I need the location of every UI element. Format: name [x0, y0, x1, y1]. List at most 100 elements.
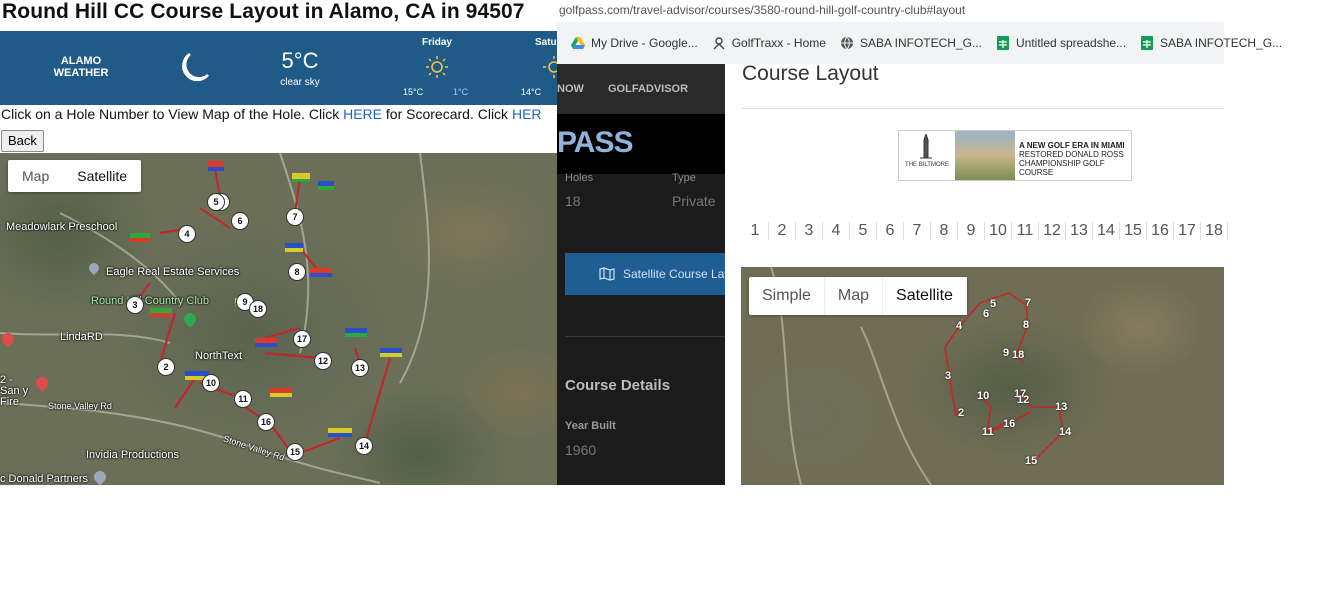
hole-tab[interactable]: 4: [823, 222, 850, 240]
hole-marker[interactable]: 8: [288, 263, 306, 281]
map-toggle-map[interactable]: Map: [825, 277, 884, 315]
nav-item[interactable]: GOLFADVISOR: [608, 83, 688, 95]
map-icon: [599, 267, 615, 281]
hole-label[interactable]: 10: [977, 390, 989, 402]
bookmark-item[interactable]: My Drive - Google...: [571, 36, 698, 50]
hole-marker[interactable]: 14: [355, 437, 373, 455]
hole-tab[interactable]: 6: [877, 222, 904, 240]
golfpass-logo[interactable]: PASS: [557, 126, 633, 160]
hole-label[interactable]: 18: [1012, 349, 1024, 361]
biltmore-ad-banner[interactable]: THE BILTMORE A NEW GOLF ERA IN MIAMI RES…: [898, 130, 1132, 181]
hole-tab[interactable]: 17: [1174, 222, 1201, 240]
hole-marker[interactable]: 16: [257, 413, 275, 431]
nav-item[interactable]: NOW: [557, 83, 584, 95]
instructions-text: Click on a Hole Number to View Map of th…: [1, 106, 542, 122]
place-label: Invidia Productions: [86, 449, 179, 461]
hole-label[interactable]: 7: [1025, 297, 1031, 309]
hole-label[interactable]: 5: [990, 298, 996, 310]
hole-label[interactable]: 3: [945, 370, 951, 382]
type-value: Private: [672, 193, 716, 209]
bookmark-label: SABA INFOTECH_G...: [859, 36, 982, 50]
ad-brand: THE BILTMORE: [905, 162, 949, 168]
hole-marker[interactable]: 7: [286, 208, 304, 226]
forecast-high: 14°C: [521, 87, 542, 97]
hole-label[interactable]: 12: [1017, 394, 1029, 406]
hole-tab[interactable]: 13: [1066, 222, 1093, 240]
bookmark-label: SABA INFOTECH_G...: [1160, 36, 1283, 50]
hole-label[interactable]: 4: [956, 320, 962, 332]
bookmark-item[interactable]: Untitled spreadshe...: [996, 36, 1126, 50]
hole-tabs: 1 2 3 4 5 6 7 8 9 10 11 12 13 14 15 16 1…: [742, 222, 1228, 240]
here-link[interactable]: HER: [512, 106, 542, 122]
place-label: Meadowlark Preschool: [6, 221, 118, 233]
map-toggle-simple[interactable]: Simple: [749, 277, 825, 315]
ad-line2: RESTORED DONALD ROSS: [1019, 150, 1124, 159]
hole-marker[interactable]: 15: [286, 443, 304, 461]
instructions-part1: Click on a Hole Number to View Map of th…: [1, 106, 344, 122]
back-button[interactable]: Back: [1, 130, 44, 152]
hole-tab[interactable]: 1: [742, 222, 769, 240]
hole-label[interactable]: 14: [1059, 426, 1071, 438]
course-satellite-map[interactable]: Simple Map Satellite 5 6 7 4 8 9 18 3 10…: [741, 267, 1224, 485]
holes-value: 18: [565, 193, 581, 209]
hole-tab[interactable]: 12: [1039, 222, 1066, 240]
place-label: Round Hill Country Club: [91, 295, 209, 307]
bookmark-label: GolfTraxx - Home: [731, 36, 826, 50]
tower-logo-icon: [920, 134, 932, 159]
bookmark-item[interactable]: GolfTraxx - Home: [712, 36, 826, 50]
bookmark-item[interactable]: SABA INFOTECH_G...: [840, 36, 982, 50]
hole-marker[interactable]: 5: [207, 193, 225, 211]
hole-marker[interactable]: 18: [249, 300, 267, 318]
satellite-course-layout-button[interactable]: Satellite Course Layout: [565, 253, 725, 295]
ad-photo: [955, 131, 1015, 180]
holes-label: Holes: [565, 172, 594, 184]
ad-line3: CHAMPIONSHIP GOLF COURSE: [1019, 159, 1105, 177]
hole-tab[interactable]: 8: [931, 222, 958, 240]
ad-headline: A NEW GOLF ERA IN MIAMI: [1019, 141, 1125, 150]
hole-tab[interactable]: 18: [1201, 222, 1228, 240]
hole-tab[interactable]: 15: [1120, 222, 1147, 240]
hole-marker[interactable]: 12: [314, 352, 332, 370]
site-nav: NOW GOLFADVISOR: [557, 64, 725, 114]
hole-label[interactable]: 6: [983, 308, 989, 320]
sheets-icon: [996, 36, 1009, 50]
hole-tab[interactable]: 14: [1093, 222, 1120, 240]
hole-label[interactable]: 11: [982, 426, 994, 438]
weather-widget: ALAMO WEATHER 5°C clear sky Friday 15°C …: [0, 31, 557, 105]
hole-tab[interactable]: 2: [769, 222, 796, 240]
hole-label[interactable]: 15: [1025, 455, 1037, 467]
sheets-icon: [1141, 36, 1154, 50]
map-toggle-satellite[interactable]: Satellite: [63, 160, 141, 192]
map-toggle-satellite[interactable]: Satellite: [883, 277, 967, 315]
hole-marker[interactable]: 2: [157, 358, 175, 376]
hole-marker[interactable]: 13: [351, 359, 369, 377]
hole-marker[interactable]: 6: [231, 212, 249, 230]
hole-label[interactable]: 13: [1055, 401, 1067, 413]
hole-tab[interactable]: 16: [1147, 222, 1174, 240]
bookmark-item[interactable]: SABA INFOTECH_G...: [1140, 36, 1282, 50]
hole-tab[interactable]: 10: [985, 222, 1012, 240]
hole-label[interactable]: 9: [1003, 347, 1009, 359]
hole-tab[interactable]: 9: [958, 222, 985, 240]
hole-tab[interactable]: 7: [904, 222, 931, 240]
hole-marker[interactable]: 17: [293, 330, 311, 348]
hole-tab[interactable]: 11: [1012, 222, 1039, 240]
hole-label[interactable]: 8: [1023, 319, 1029, 331]
hole-label[interactable]: 16: [1003, 418, 1015, 430]
hole-marker[interactable]: 10: [202, 374, 220, 392]
satellite-button-label: Satellite Course Layout: [623, 267, 725, 281]
divider: [565, 336, 725, 337]
map-toggle-map[interactable]: Map: [8, 160, 63, 192]
map-type-toggle: Map Satellite: [8, 160, 142, 192]
hole-tab[interactable]: 5: [850, 222, 877, 240]
scorecard-link[interactable]: HERE: [343, 106, 382, 122]
hole-tab[interactable]: 3: [796, 222, 823, 240]
golftraxx-icon: [713, 37, 725, 50]
address-bar[interactable]: golfpass.com/travel-advisor/courses/3580…: [557, 0, 1224, 22]
hole-marker[interactable]: 11: [234, 390, 252, 408]
hole-marker[interactable]: 3: [126, 296, 144, 314]
hole-label[interactable]: 2: [958, 407, 964, 419]
place-label: LindaRD: [60, 331, 103, 343]
hole-marker[interactable]: 4: [178, 225, 196, 243]
satellite-map[interactable]: Map Satellite Meadowlark Preschool Eagle…: [0, 153, 557, 485]
